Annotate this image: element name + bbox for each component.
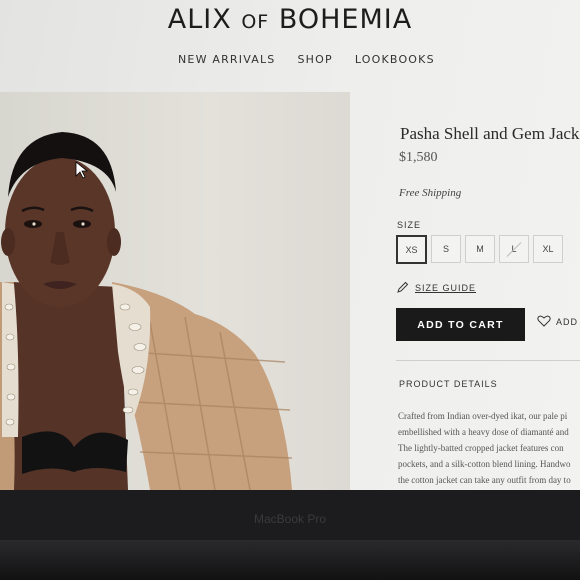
size-guide-link[interactable]: SIZE GUIDE xyxy=(397,281,476,295)
product-details-heading[interactable]: PRODUCT DETAILS xyxy=(399,379,498,389)
laptop-base xyxy=(0,540,580,580)
size-guide-label: SIZE GUIDE xyxy=(415,283,477,293)
size-label: SIZE xyxy=(397,220,422,230)
product-price: $1,580 xyxy=(399,150,438,165)
details-line: The lightly-batted cropped jacket featur… xyxy=(398,443,564,453)
size-selector: XS S M L XL xyxy=(396,235,563,264)
pencil-icon xyxy=(397,281,409,295)
wishlist-label: ADD TO WISHLIST xyxy=(556,317,580,327)
brand-word-2: BOHEMIA xyxy=(278,4,413,35)
brand-logo[interactable]: ALIX OF BOHEMIA xyxy=(0,4,580,35)
size-option-l-unavailable[interactable]: L xyxy=(499,235,529,263)
add-to-wishlist-button[interactable]: ADD TO WISHLIST xyxy=(537,315,580,329)
details-line: embellished with a heavy dose of diamant… xyxy=(398,427,569,437)
add-to-cart-button[interactable]: ADD TO CART xyxy=(396,308,525,341)
size-option-xl[interactable]: XL xyxy=(533,235,563,263)
nav-new-arrivals[interactable]: NEW ARRIVALS xyxy=(178,53,275,66)
size-option-xs[interactable]: XS xyxy=(396,235,427,264)
size-option-m[interactable]: M xyxy=(465,235,495,263)
details-line: pockets, and a silk-cotton blend lining.… xyxy=(398,459,571,469)
brand-word-of: OF xyxy=(241,11,270,33)
size-option-s[interactable]: S xyxy=(431,235,461,263)
product-title: Pasha Shell and Gem Jacket xyxy=(400,124,580,143)
divider xyxy=(396,360,580,361)
nav-shop[interactable]: SHOP xyxy=(297,53,332,66)
nav-lookbooks[interactable]: LOOKBOOKS xyxy=(355,53,435,66)
model-illustration xyxy=(0,132,293,490)
details-line: Crafted from Indian over-dyed ikat, our … xyxy=(398,411,568,421)
heart-icon xyxy=(537,315,551,329)
shipping-note: Free Shipping xyxy=(399,187,462,199)
product-details-text: Crafted from Indian over-dyed ikat, our … xyxy=(398,408,580,488)
brand-word-1: ALIX xyxy=(167,4,232,35)
main-nav: NEW ARRIVALS SHOP LOOKBOOKS xyxy=(178,53,435,66)
browser-screen: ALIX OF BOHEMIA NEW ARRIVALS SHOP LOOKBO… xyxy=(0,0,580,490)
product-photo[interactable] xyxy=(0,92,350,490)
details-line: the cotton jacket can take any outfit fr… xyxy=(398,475,571,485)
device-label: MacBook Pro xyxy=(253,512,327,526)
